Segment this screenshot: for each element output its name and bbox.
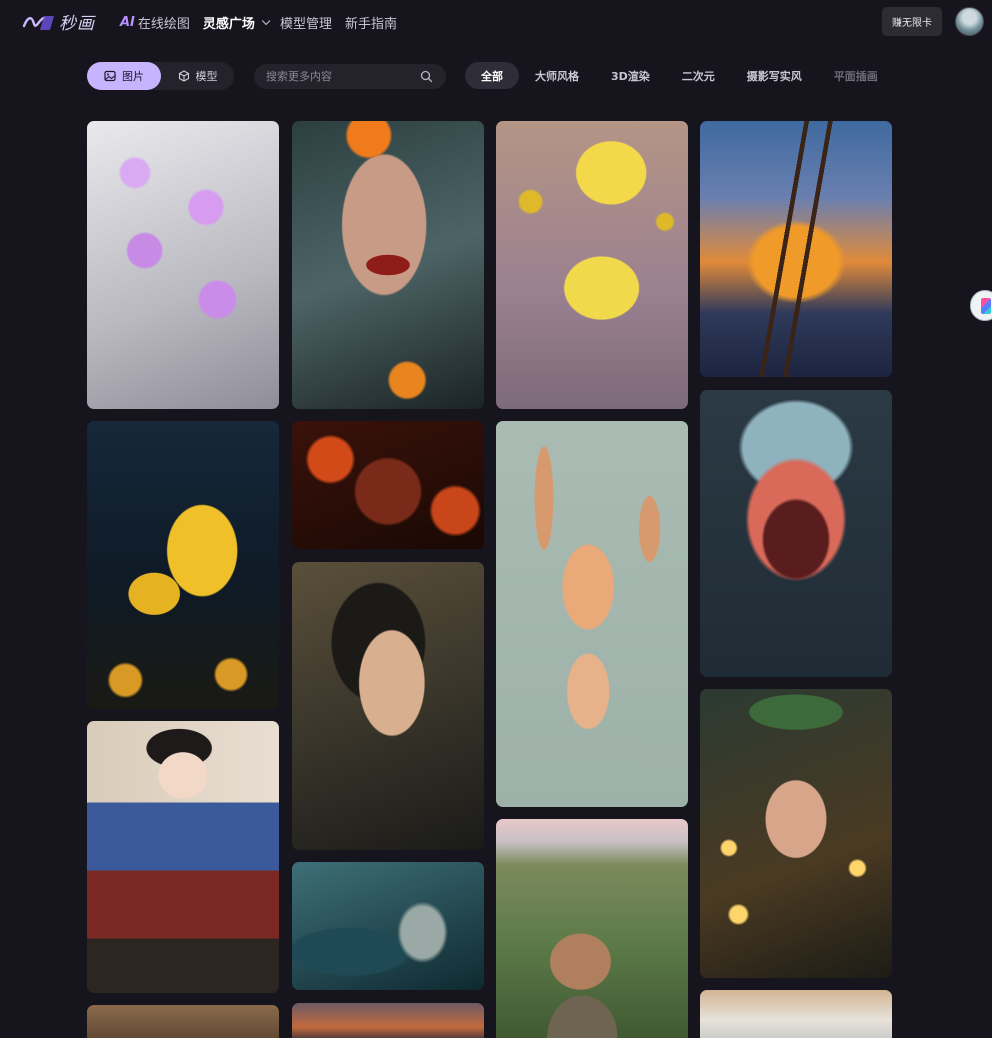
nav-label: 在线绘图 <box>137 17 190 32</box>
toggle-models[interactable]: 模型 <box>161 62 234 90</box>
nav-label: 模型管理 <box>279 17 332 32</box>
ai-badge: AI <box>120 15 135 30</box>
main-nav: AI 在线绘图 灵感广场 模型管理 新手指南 <box>120 13 397 32</box>
tab-flat-illustration[interactable]: 平面插画 <box>818 62 894 89</box>
gallery-image-castle[interactable] <box>496 819 688 1038</box>
gallery-image-lion-mask[interactable] <box>700 390 892 677</box>
gallery-image-cherry-blossom[interactable] <box>87 121 279 409</box>
gallery-image-fox-creature[interactable] <box>496 421 688 807</box>
gallery-image-partial-3[interactable] <box>700 990 892 1038</box>
gallery-image-butterfly[interactable] <box>87 421 279 709</box>
tab-3d-render[interactable]: 3D渲染 <box>595 62 666 89</box>
toggle-label: 图片 <box>122 70 144 83</box>
gallery-image-partial-2[interactable] <box>292 1003 484 1038</box>
nav-beginner-guide[interactable]: 新手指南 <box>345 13 397 32</box>
nav-online-drawing[interactable]: AI 在线绘图 <box>120 13 190 32</box>
floating-side-widget[interactable] <box>970 290 992 321</box>
chevron-down-icon <box>261 16 271 25</box>
gallery-image-sea-wave[interactable] <box>292 862 484 990</box>
gallery-image-woman-portrait[interactable] <box>292 121 484 409</box>
tab-master-style[interactable]: 大师风格 <box>519 62 595 89</box>
nav-model-management[interactable]: 模型管理 <box>280 13 332 32</box>
search-input[interactable] <box>266 68 416 85</box>
category-tabs: 全部 大师风格 3D渲染 二次元 摄影写实风 平面插画 <box>465 62 894 89</box>
tab-photorealistic[interactable]: 摄影写实风 <box>731 62 818 89</box>
cube-icon <box>178 70 189 82</box>
tab-anime[interactable]: 二次元 <box>666 62 731 89</box>
gallery-image-orchids[interactable] <box>496 121 688 409</box>
gallery-image-smiling-woman[interactable] <box>292 562 484 850</box>
nav-label: 新手指南 <box>344 17 397 32</box>
content-type-toggle: 图片 模型 <box>87 62 234 90</box>
nav-label: 灵感广场 <box>202 17 255 32</box>
nav-inspiration-square[interactable]: 灵感广场 <box>202 13 271 32</box>
search-icon[interactable] <box>420 70 433 83</box>
search-box <box>254 64 446 89</box>
tab-all[interactable]: 全部 <box>465 62 519 89</box>
user-avatar[interactable] <box>955 7 984 36</box>
top-navigation: 秒画 AI 在线绘图 灵感广场 模型管理 新手指南 赚无限卡 <box>0 0 992 44</box>
gallery-image-partial-1[interactable] <box>87 1005 279 1038</box>
gallery-image-eiffel-tower[interactable] <box>700 121 892 377</box>
image-icon <box>104 70 116 82</box>
logo-icon <box>22 15 54 30</box>
toggle-images[interactable]: 图片 <box>87 62 161 90</box>
gallery-image-fire-face[interactable] <box>292 421 484 549</box>
gallery-image-elf-girl[interactable] <box>700 689 892 978</box>
gallery-image-anime-girl[interactable] <box>87 721 279 993</box>
logo-text: 秒画 <box>59 14 95 34</box>
toggle-label: 模型 <box>195 70 218 83</box>
earn-unlimited-card-button[interactable]: 赚无限卡 <box>882 7 942 36</box>
logo[interactable]: 秒画 <box>22 9 95 34</box>
